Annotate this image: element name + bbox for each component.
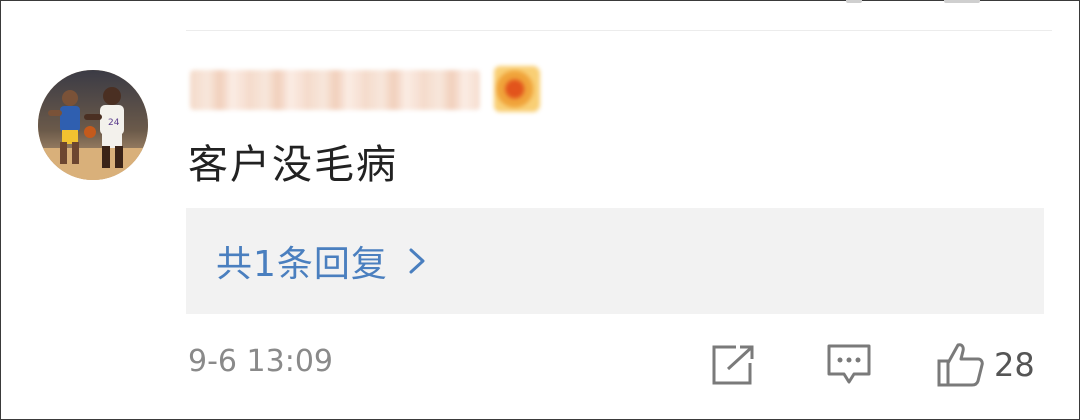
like-button[interactable]: 28 (936, 340, 1035, 390)
chevron-right-icon (409, 248, 425, 274)
thumbs-up-icon (937, 343, 984, 387)
avatar-image: 24 (38, 70, 148, 180)
reply-summary-label: 共1条回复 (216, 244, 388, 285)
comment-text: 客户没毛病 (188, 142, 398, 188)
divider (186, 30, 1052, 31)
level-badge-icon (494, 66, 540, 112)
username[interactable] (190, 66, 480, 114)
top-icon-fragment (846, 0, 862, 3)
share-icon (712, 345, 754, 385)
like-count: 28 (994, 346, 1035, 384)
view-replies-button[interactable]: 共1条回复 (186, 208, 1044, 314)
avatar[interactable]: 24 (38, 70, 148, 180)
username-text (190, 70, 480, 110)
share-button[interactable] (710, 340, 756, 390)
comment-icon (827, 344, 871, 384)
comment-button[interactable] (826, 340, 872, 390)
svg-text:24: 24 (108, 118, 120, 128)
timestamp: 9-6 13:09 (188, 344, 333, 379)
top-icon-fragment (944, 0, 980, 3)
